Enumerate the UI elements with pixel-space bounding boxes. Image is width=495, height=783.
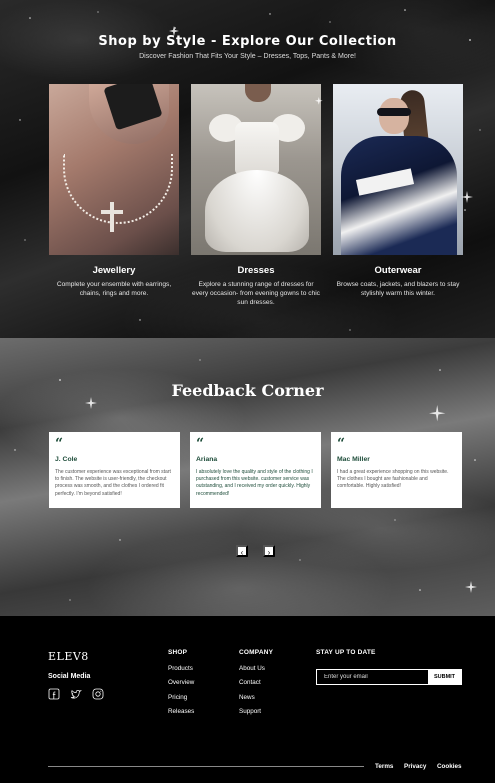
terms-link[interactable]: Terms [375, 763, 393, 770]
quote-icon: “ [337, 436, 346, 452]
category-card-dresses[interactable]: Dresses Explore a stunning range of dres… [191, 84, 321, 308]
category-card-jewellery[interactable]: Jewellery Complete your ensemble with ea… [49, 84, 179, 298]
footer-link-products[interactable]: Products [168, 665, 193, 672]
reviewer-name: J. Cole [55, 456, 78, 463]
social-icons [48, 687, 104, 700]
footer-link-contact[interactable]: Contact [239, 679, 261, 686]
footer-link-news[interactable]: News [239, 694, 255, 701]
newsletter-heading: STAY UP TO DATE [316, 649, 376, 656]
category-description: Browse coats, jackets, and blazers to st… [336, 281, 460, 298]
submit-button[interactable]: SUBMIT [428, 670, 461, 684]
quote-icon: “ [55, 436, 64, 452]
category-description: Explore a stunning range of dresses for … [192, 281, 320, 307]
collection-title: Shop by Style - Explore Our Collection [98, 34, 397, 49]
carousel-prev-button[interactable]: ‹ [236, 545, 248, 557]
review-card: “ J. Cole The customer experience was ex… [49, 432, 180, 508]
dresses-photo[interactable] [191, 84, 321, 255]
cookies-link[interactable]: Cookies [437, 763, 462, 770]
newsletter-form: SUBMIT [316, 669, 462, 685]
category-name[interactable]: Dresses [191, 265, 321, 276]
feedback-title: Feedback Corner [171, 381, 324, 400]
review-card: “ Mac Miller I had a great experience sh… [331, 432, 462, 508]
footer-link-overview[interactable]: Overview [168, 679, 194, 686]
quote-icon: “ [196, 436, 205, 452]
social-media-label: Social Media [48, 673, 91, 680]
facebook-icon[interactable] [48, 687, 60, 700]
footer-link-about-us[interactable]: About Us [239, 665, 265, 672]
company-heading: COMPANY [239, 649, 274, 656]
collection-section: Shop by Style - Explore Our Collection D… [0, 0, 495, 338]
footer-divider [48, 766, 364, 767]
feedback-section: Feedback Corner “ J. Cole The customer e… [0, 338, 495, 616]
jewellery-photo[interactable] [49, 84, 179, 255]
review-text: I had a great experience shopping on thi… [337, 469, 449, 490]
footer-link-releases[interactable]: Releases [168, 708, 194, 715]
footer: ELEV8 Social Media SHOP Products Overvie… [0, 616, 495, 783]
review-card: “ Ariana I absolutely love the quality a… [190, 432, 321, 508]
instagram-icon[interactable] [92, 687, 104, 700]
email-input[interactable] [317, 670, 429, 684]
privacy-link[interactable]: Privacy [404, 763, 426, 770]
category-name[interactable]: Outerwear [333, 265, 463, 276]
collection-subtitle: Discover Fashion That Fits Your Style – … [139, 53, 356, 60]
review-text: I absolutely love the quality and style … [196, 469, 313, 497]
reviewer-name: Mac Miller [337, 456, 370, 463]
category-card-outerwear[interactable]: Outerwear Browse coats, jackets, and bla… [333, 84, 463, 298]
category-name[interactable]: Jewellery [49, 265, 179, 276]
brand-logo[interactable]: ELEV8 [48, 650, 89, 663]
footer-link-support[interactable]: Support [239, 708, 261, 715]
footer-link-pricing[interactable]: Pricing [168, 694, 187, 701]
reviewer-name: Ariana [196, 456, 218, 463]
carousel-next-button[interactable]: › [263, 545, 275, 557]
category-description: Complete your ensemble with earrings, ch… [56, 281, 172, 298]
review-text: The customer experience was exceptional … [55, 469, 171, 497]
shop-heading: SHOP [168, 649, 188, 656]
twitter-icon[interactable] [70, 687, 83, 699]
outerwear-photo[interactable] [333, 84, 463, 255]
